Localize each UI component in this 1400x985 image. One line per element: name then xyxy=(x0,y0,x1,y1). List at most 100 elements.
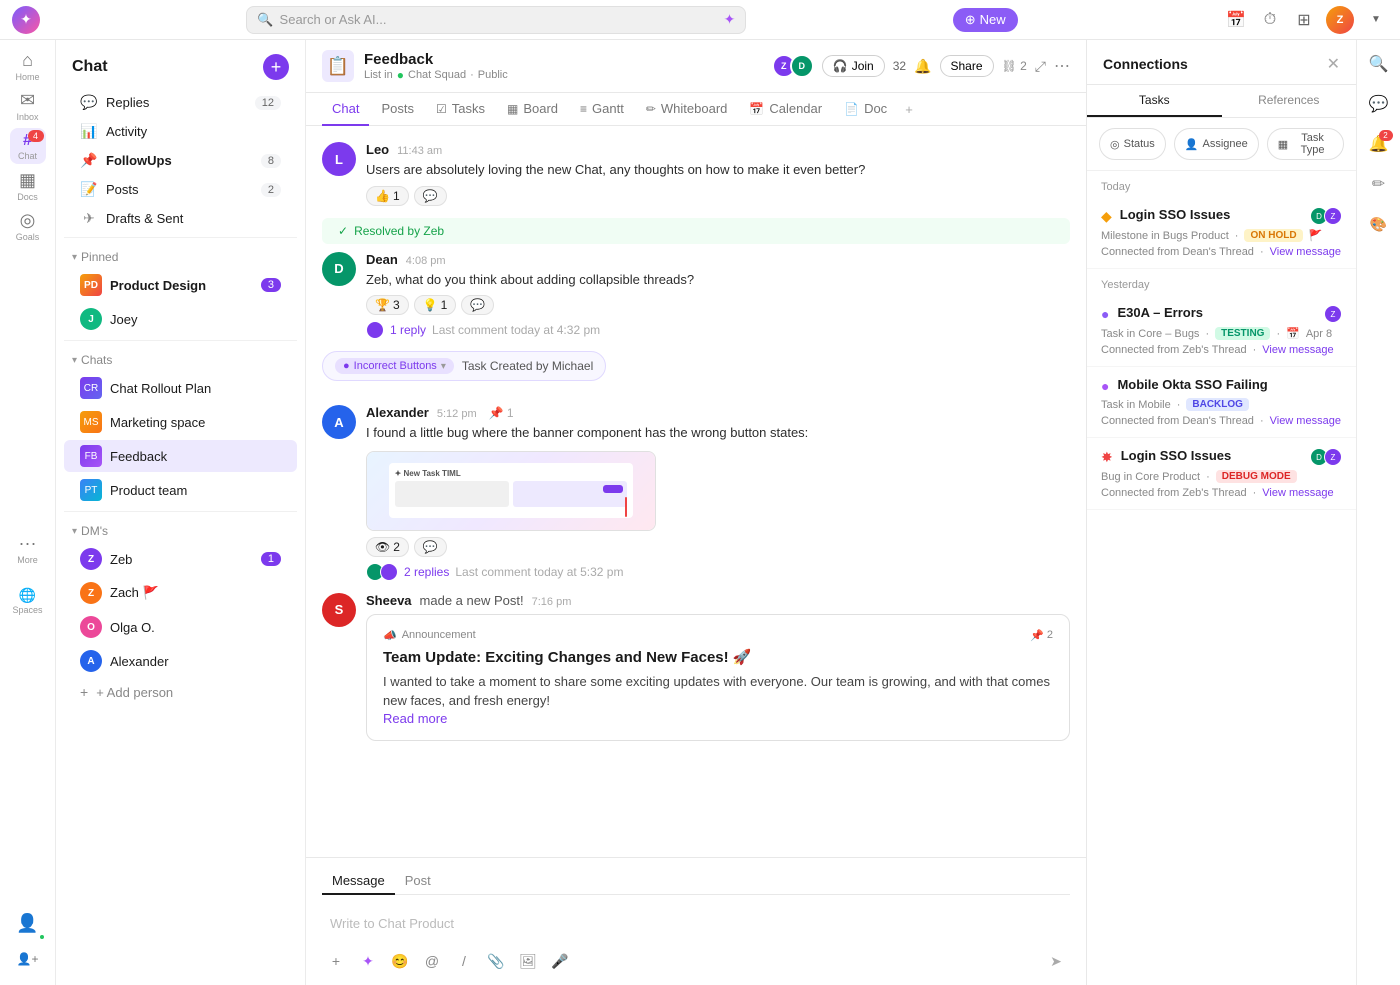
filter-task-type[interactable]: ▦ Task Type xyxy=(1267,128,1344,160)
calendar-icon[interactable]: 📅 xyxy=(1224,8,1248,32)
tab-tasks[interactable]: ☑ Tasks xyxy=(426,93,495,126)
reaction-bulb[interactable]: 💡 1 xyxy=(414,295,457,315)
dms-section[interactable]: ▾ DM's xyxy=(56,516,305,542)
input-tab-message[interactable]: Message xyxy=(322,868,395,895)
sparkle-icon[interactable]: ✦ xyxy=(354,947,382,975)
view-message-link-3[interactable]: View message xyxy=(1270,415,1341,427)
reaction-trophy[interactable]: 🏆 3 xyxy=(366,295,409,315)
user-profile-btn[interactable]: 👤 xyxy=(10,905,46,941)
apps-icon[interactable]: ⊞ xyxy=(1292,8,1316,32)
sidebar-item-goals[interactable]: ◎ Goals xyxy=(10,208,46,244)
connections-icon[interactable]: ⛓ 2 xyxy=(1002,59,1027,73)
task-created-banner: ● Incorrect Buttons ▾ Task Created by Mi… xyxy=(322,351,1070,393)
paperclip-icon[interactable]: 📎 xyxy=(482,947,510,975)
mention-icon[interactable]: @ xyxy=(418,947,446,975)
reaction-eye[interactable]: 👁 2 xyxy=(366,537,409,557)
chats-section[interactable]: ▾ Chats xyxy=(56,345,305,371)
conn-tab-references[interactable]: References xyxy=(1222,85,1357,117)
ai-icon: ✦ xyxy=(724,11,736,28)
sidebar-item-replies[interactable]: 💬 Replies 12 xyxy=(64,89,297,116)
sidebar-item-zeb[interactable]: Z Zeb 1 xyxy=(64,543,297,575)
sidebar-item-drafts[interactable]: ✈ Drafts & Sent xyxy=(64,205,297,232)
sidebar-item-activity[interactable]: 📊 Activity xyxy=(64,118,297,145)
app-logo[interactable]: ✦ xyxy=(12,6,40,34)
new-button[interactable]: ⊕ New xyxy=(953,8,1018,32)
tab-add-button[interactable]: + xyxy=(899,94,919,125)
sidebar-item-chat[interactable]: 4 # Chat xyxy=(10,128,46,164)
bug-screenshot[interactable]: ✦ New Task TIML xyxy=(366,451,656,531)
sidebar-item-docs[interactable]: ▦ Docs xyxy=(10,168,46,204)
input-placeholder: Write to Chat Product xyxy=(330,916,1062,931)
sidebar-item-feedback[interactable]: FB Feedback xyxy=(64,440,297,472)
sidebar-item-olga[interactable]: O Olga O. xyxy=(64,611,297,643)
reaction-thumbsup[interactable]: 👍 1 xyxy=(366,186,409,206)
timer-icon[interactable]: ⏱ xyxy=(1258,8,1282,32)
sidebar-item-product-team[interactable]: PT Product team xyxy=(64,474,297,506)
search-bar[interactable]: 🔍 Search or Ask AI... ✦ xyxy=(246,6,746,34)
view-message-link-1[interactable]: View message xyxy=(1270,246,1341,258)
tab-chat[interactable]: Chat xyxy=(322,93,369,126)
dean-replies[interactable]: 1 reply Last comment today at 4:32 pm xyxy=(366,321,1070,339)
add-user-btn[interactable]: 👤+ xyxy=(10,941,46,977)
chevron-down-icon[interactable]: ▼ xyxy=(1364,8,1388,32)
far-palette-icon[interactable]: 🎨 xyxy=(1363,208,1395,240)
read-more-link[interactable]: Read more xyxy=(383,711,1053,726)
task-badge[interactable]: ● Incorrect Buttons ▾ xyxy=(335,358,454,374)
far-search-icon[interactable]: 🔍 xyxy=(1363,48,1395,80)
tab-whiteboard[interactable]: ✏ Whiteboard xyxy=(636,93,738,126)
join-button[interactable]: 🎧 Join xyxy=(822,55,885,77)
mic-icon[interactable]: 🎤 xyxy=(546,947,574,975)
sidebar-item-alexander[interactable]: A Alexander xyxy=(64,645,297,677)
sidebar-item-zach[interactable]: Z Zach 🚩 xyxy=(64,577,297,609)
sidebar-item-product-design[interactable]: PD Product Design 3 xyxy=(64,269,297,301)
sidebar-item-inbox[interactable]: ✉ Inbox xyxy=(10,88,46,124)
conn-tab-tasks[interactable]: Tasks xyxy=(1087,85,1222,117)
reaction-chat[interactable]: 💬 xyxy=(461,295,494,315)
input-tab-post[interactable]: Post xyxy=(395,868,441,895)
sidebar-item-marketing-space[interactable]: MS Marketing space xyxy=(64,406,297,438)
expand-icon[interactable]: ⤢ xyxy=(1035,58,1046,75)
view-message-link-2[interactable]: View message xyxy=(1262,344,1333,356)
sidebar-item-chat-rollout[interactable]: CR Chat Rollout Plan xyxy=(64,372,297,404)
far-activity-icon[interactable]: 🔔 2 xyxy=(1363,128,1395,160)
far-edit-icon[interactable]: ✏ xyxy=(1363,168,1395,200)
view-message-link-4[interactable]: View message xyxy=(1262,487,1333,499)
tab-posts[interactable]: Posts xyxy=(371,93,424,126)
tab-doc[interactable]: 📄 Doc xyxy=(834,93,897,126)
share-button[interactable]: Share xyxy=(940,55,994,77)
tab-whiteboard-label: Whiteboard xyxy=(661,101,727,116)
sidebar-add-button[interactable]: + xyxy=(263,54,289,80)
slash-icon[interactable]: / xyxy=(450,947,478,975)
reaction-add[interactable]: 💬 xyxy=(414,186,447,206)
more-options-icon[interactable]: ⋯ xyxy=(1054,56,1070,76)
emoji-icon[interactable]: 😊 xyxy=(386,947,414,975)
filter-assignee[interactable]: 👤 Assignee xyxy=(1174,128,1259,160)
image-icon[interactable]: 🖼 xyxy=(514,947,542,975)
sidebar-item-spaces[interactable]: 🌐 Spaces xyxy=(10,583,46,619)
tab-board[interactable]: ▦ Board xyxy=(497,93,568,126)
olga-label: Olga O. xyxy=(110,620,281,635)
sidebar-item-joey[interactable]: J Joey xyxy=(64,303,297,335)
send-button[interactable]: ➤ xyxy=(1042,947,1070,975)
sidebar-item-more[interactable]: ··· More xyxy=(10,531,46,567)
tab-calendar[interactable]: 📅 Calendar xyxy=(739,93,832,126)
alexander-replies[interactable]: 2 replies Last comment today at 5:32 pm xyxy=(366,563,1070,581)
sidebar-item-followups[interactable]: 📌 FollowUps 8 xyxy=(64,147,297,174)
connections-close-button[interactable]: ✕ xyxy=(1327,54,1340,74)
tab-gantt[interactable]: ≡ Gantt xyxy=(570,93,634,126)
add-person-item[interactable]: + + Add person xyxy=(64,679,297,705)
tasks-icon: ☑ xyxy=(436,102,447,116)
attach-icon[interactable]: + xyxy=(322,947,350,975)
pinned-section[interactable]: ▾ Pinned xyxy=(56,242,305,268)
far-chat-icon[interactable]: 💬 xyxy=(1363,88,1395,120)
bell-icon[interactable]: 🔔 xyxy=(914,58,931,75)
dean-time: 4:08 pm xyxy=(406,255,446,267)
sidebar-item-home[interactable]: ⌂ Home xyxy=(10,48,46,84)
user-avatar[interactable]: Z xyxy=(1326,6,1354,34)
sidebar-item-posts[interactable]: 📝 Posts 2 xyxy=(64,176,297,203)
far-right-panel: 🔍 💬 🔔 2 ✏ 🎨 xyxy=(1356,40,1400,985)
message-input-box[interactable]: Write to Chat Product xyxy=(322,903,1070,943)
leo-avatar: L xyxy=(322,142,356,176)
filter-status[interactable]: ◎ Status xyxy=(1099,128,1166,160)
reaction-chat-2[interactable]: 💬 xyxy=(414,537,447,557)
